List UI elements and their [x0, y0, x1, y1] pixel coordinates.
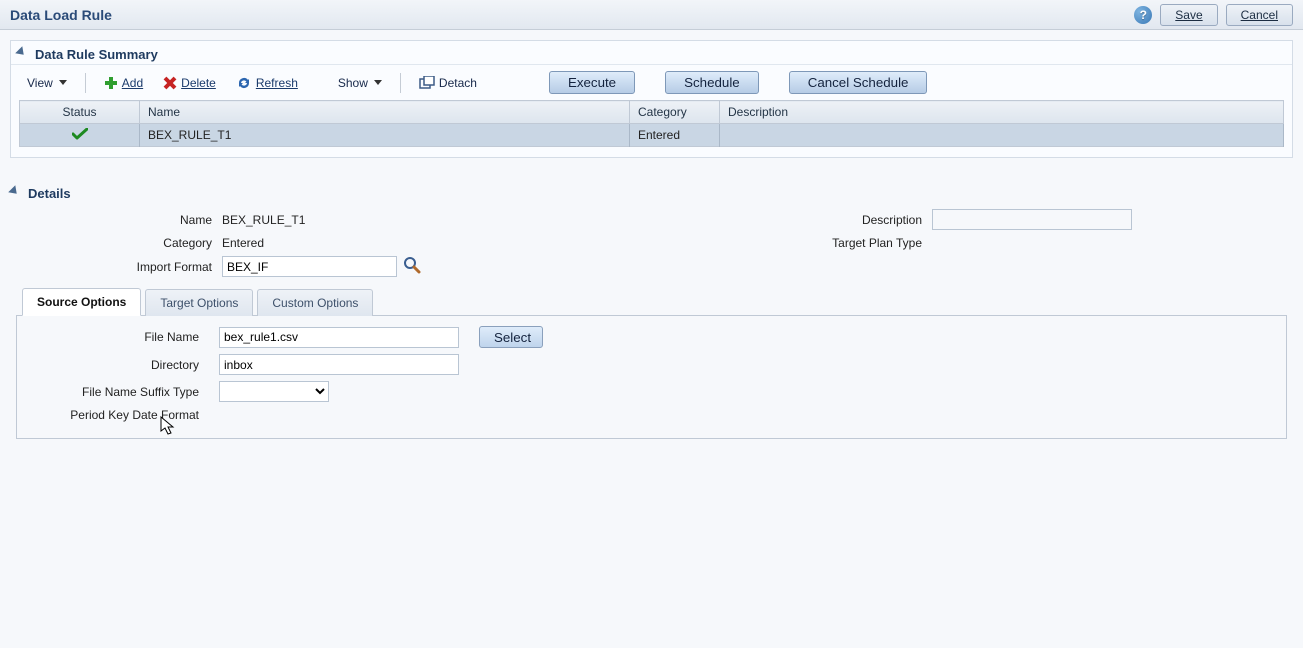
execute-button[interactable]: Execute: [549, 71, 635, 94]
show-label: Show: [338, 76, 368, 90]
col-category[interactable]: Category: [630, 101, 720, 124]
label-file-name: File Name: [29, 330, 209, 344]
file-name-field[interactable]: [219, 327, 459, 348]
details-tabs: Source Options Target Options Custom Opt…: [16, 287, 1287, 316]
cell-category: Entered: [630, 124, 720, 147]
description-field[interactable]: [932, 209, 1132, 230]
summary-toolbar: View Add Delete Refresh: [11, 64, 1292, 100]
label-target-plan-type: Target Plan Type: [772, 236, 932, 250]
rules-table: Status Name Category Description BEX_RUL…: [19, 100, 1284, 147]
tab-custom-options[interactable]: Custom Options: [257, 289, 373, 316]
delete-button[interactable]: Delete: [155, 73, 224, 93]
import-format-field[interactable]: [222, 256, 397, 277]
body-area: Data Rule Summary View Add Delete: [0, 30, 1303, 439]
delete-icon: [163, 76, 177, 90]
refresh-icon: [236, 76, 252, 90]
summary-panel: Data Rule Summary View Add Delete: [10, 40, 1293, 158]
select-file-button[interactable]: Select: [479, 326, 543, 348]
page-title: Data Load Rule: [10, 7, 112, 23]
help-icon[interactable]: ?: [1134, 6, 1152, 24]
header-actions: ? Save Cancel: [1134, 4, 1293, 26]
status-ok-icon: [72, 127, 88, 143]
source-options-form: File Name Select Directory File Name Suf…: [29, 326, 1274, 422]
details-header: Details: [10, 180, 1293, 203]
label-suffix-type: File Name Suffix Type: [29, 385, 209, 399]
tab-source-options[interactable]: Source Options: [22, 288, 141, 316]
view-menu[interactable]: View: [19, 73, 75, 93]
add-label: Add: [122, 76, 143, 90]
tab-body-source: File Name Select Directory File Name Suf…: [16, 316, 1287, 439]
add-button[interactable]: Add: [96, 73, 151, 93]
page-header: Data Load Rule ? Save Cancel: [0, 0, 1303, 30]
details-form: Name BEX_RULE_T1 Description Category En…: [10, 203, 1293, 287]
details-panel: Details Name BEX_RULE_T1 Description Cat…: [10, 180, 1293, 439]
disclosure-icon[interactable]: [15, 46, 31, 62]
label-name: Name: [22, 213, 222, 227]
suffix-type-select[interactable]: [219, 381, 329, 402]
value-name: BEX_RULE_T1: [222, 213, 522, 227]
toolbar-separator: [400, 73, 401, 93]
search-icon[interactable]: [403, 256, 421, 277]
toolbar-action-buttons: Execute Schedule Cancel Schedule: [549, 71, 928, 94]
label-import-format: Import Format: [22, 260, 222, 274]
col-status[interactable]: Status: [20, 101, 140, 124]
cell-name: BEX_RULE_T1: [140, 124, 630, 147]
show-menu[interactable]: Show: [330, 73, 390, 93]
refresh-button[interactable]: Refresh: [228, 73, 306, 93]
detach-icon: [419, 76, 435, 90]
toolbar-separator: [85, 73, 86, 93]
chevron-down-icon: [59, 80, 67, 85]
summary-title: Data Rule Summary: [35, 47, 158, 62]
refresh-label: Refresh: [256, 76, 298, 90]
label-category: Category: [22, 236, 222, 250]
import-format-lookup: [222, 256, 522, 277]
detach-label: Detach: [439, 76, 477, 90]
plus-icon: [104, 76, 118, 90]
label-directory: Directory: [29, 358, 209, 372]
tab-target-options[interactable]: Target Options: [145, 289, 253, 316]
view-label: View: [27, 76, 53, 90]
directory-field[interactable]: [219, 354, 459, 375]
label-period-key-format: Period Key Date Format: [29, 408, 209, 422]
details-title: Details: [28, 186, 71, 201]
disclosure-icon[interactable]: [8, 185, 24, 201]
save-button[interactable]: Save: [1160, 4, 1217, 26]
delete-label: Delete: [181, 76, 216, 90]
detach-button[interactable]: Detach: [411, 73, 485, 93]
chevron-down-icon: [374, 80, 382, 85]
cancel-button[interactable]: Cancel: [1226, 4, 1293, 26]
cancel-schedule-button[interactable]: Cancel Schedule: [789, 71, 928, 94]
col-description[interactable]: Description: [720, 101, 1284, 124]
label-description: Description: [772, 213, 932, 227]
value-category: Entered: [222, 236, 522, 250]
summary-header: Data Rule Summary: [11, 41, 1292, 64]
cell-description: [720, 124, 1284, 147]
col-name[interactable]: Name: [140, 101, 630, 124]
table-header-row: Status Name Category Description: [20, 101, 1284, 124]
table-row[interactable]: BEX_RULE_T1 Entered: [20, 124, 1284, 147]
schedule-button[interactable]: Schedule: [665, 71, 759, 94]
